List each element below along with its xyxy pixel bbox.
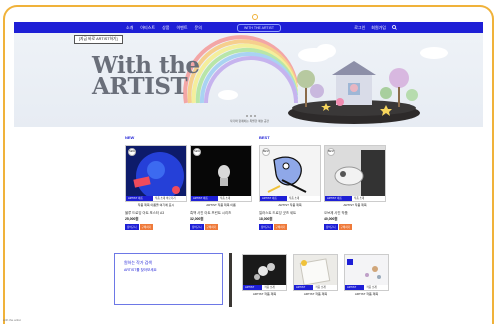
section-label-best: BEST <box>259 135 270 140</box>
product-card[interactable]: BEST ARTIST 이름 작품 소개 ARTIST 작품 제목 오브제 사진 … <box>324 145 386 230</box>
cart-button[interactable]: 장바구니 <box>259 224 273 230</box>
cart-button[interactable]: 장바구니 <box>125 224 139 230</box>
hero-banner: [지금 바로 ARTIST하기] With the ARTIST 작가와 함께하… <box>14 33 483 127</box>
hero-caption: 작가와 함께하는 특별한 예술 공간 <box>230 119 270 123</box>
small-product-card[interactable]: ARTIST 작품 소개 ARTIST 작품 제목 <box>344 254 389 296</box>
main-content: NEW BEST NEW ARTIST 이름 작품 소개 바로가기 작품 제목 이… <box>14 127 483 324</box>
product-price: 40,000원 <box>324 217 338 221</box>
detail-link[interactable]: 작품 소개 <box>287 196 320 201</box>
artist-tag: ARTIST <box>243 285 263 290</box>
product-thumbnail[interactable]: BEST ARTIST 이름 작품 소개 <box>324 145 386 202</box>
product-thumbnail[interactable]: NEW ARTIST 이름 작품 소개 바로가기 <box>125 145 187 202</box>
top-navigation: 소개 아티스트 상품 이벤트 문의 WITH THE ARTIST 로그인 회원… <box>14 22 483 33</box>
artist-tag: ARTIST 이름 <box>126 196 153 201</box>
detail-link[interactable]: 작품 소개 바로가기 <box>153 196 186 201</box>
product-card[interactable]: BEST ARTIST 이름 작품 소개 ARTIST 작품 제목 일러스트 드로… <box>259 145 321 230</box>
detail-link[interactable]: 작품 소개 <box>313 285 337 290</box>
search-icon[interactable] <box>392 25 397 30</box>
product-caption: ARTIST 작품 제목 <box>343 203 367 207</box>
product-caption: ARTIST 작품 제목 <box>354 292 379 296</box>
detail-link[interactable]: 작품 소개 <box>262 285 286 290</box>
artist-tag: ARTIST <box>345 285 365 290</box>
product-thumbnail[interactable]: NEW ARTIST 이름 작품 소개 <box>190 145 252 202</box>
product-price: 18,000원 <box>259 217 273 221</box>
detail-link[interactable]: 작품 소개 <box>364 285 388 290</box>
nav-item-product[interactable]: 상품 <box>162 25 169 31</box>
artist-search-promo[interactable]: 원하는 작가 검색 ARTIST를 찾아보세요 <box>114 253 223 305</box>
small-product-card[interactable]: ARTIST 작품 소개 ARTIST 작품 제목 <box>242 254 287 296</box>
camera-icon <box>252 14 258 20</box>
cart-button[interactable]: 장바구니 <box>324 224 338 230</box>
detail-link[interactable]: 작품 소개 <box>218 196 251 201</box>
buy-button[interactable]: 구매하기 <box>139 224 154 230</box>
promo-title: 원하는 작가 검색 <box>124 260 152 265</box>
artist-tag: ARTIST 이름 <box>260 196 287 201</box>
product-thumbnail[interactable]: BEST ARTIST 이름 작품 소개 <box>259 145 321 202</box>
product-badge: NEW <box>193 148 201 156</box>
product-card[interactable]: NEW ARTIST 이름 작품 소개 바로가기 작품 제목 이름을 여기에 표시… <box>125 145 187 230</box>
product-caption: ARTIST 작품 제목 <box>303 292 328 296</box>
cart-button[interactable]: 장바구니 <box>190 224 204 230</box>
detail-link[interactable]: 작품 소개 <box>352 196 385 201</box>
divider-bar <box>229 253 232 307</box>
nav-item-contact[interactable]: 문의 <box>195 25 202 31</box>
buy-button[interactable]: 구매하기 <box>204 224 219 230</box>
footer-hint: with the artist <box>3 318 21 322</box>
product-price: 32,000원 <box>190 217 204 221</box>
product-badge: BEST <box>262 148 270 156</box>
signup-link[interactable]: 회원가입 <box>371 25 386 31</box>
product-thumbnail[interactable]: ARTIST 작품 소개 <box>242 254 287 291</box>
product-thumbnail[interactable]: ARTIST 작품 소개 <box>293 254 338 291</box>
product-badge: BEST <box>327 148 335 156</box>
promo-subtitle: ARTIST를 찾아보세요 <box>124 268 157 272</box>
hero-title: With the ARTIST <box>92 52 200 100</box>
product-card[interactable]: NEW ARTIST 이름 작품 소개 ARTIST 작품 제목 이름 흑백 사진… <box>190 145 252 230</box>
product-caption: ARTIST 작품 제목 이름 <box>206 203 236 207</box>
section-label-new: NEW <box>125 135 135 140</box>
product-badge: NEW <box>128 148 136 156</box>
product-caption: 작품 제목 이름을 여기에 표시 <box>137 203 175 207</box>
artist-tag: ARTIST 이름 <box>191 196 218 201</box>
carousel-dots[interactable] <box>246 115 256 117</box>
buy-button[interactable]: 구매하기 <box>273 224 288 230</box>
buy-button[interactable]: 구매하기 <box>338 224 353 230</box>
product-caption: ARTIST 작품 제목 <box>278 203 302 207</box>
product-caption: ARTIST 작품 제목 <box>252 292 277 296</box>
nav-menu: 소개 아티스트 상품 이벤트 문의 <box>126 25 202 31</box>
nav-item-event[interactable]: 이벤트 <box>176 25 187 31</box>
product-price: 25,000원 <box>125 217 139 221</box>
nav-account: 로그인 회원가입 <box>354 25 397 31</box>
site-logo[interactable]: WITH THE ARTIST <box>237 24 282 32</box>
rainbow-illustration <box>183 35 448 124</box>
nav-item-about[interactable]: 소개 <box>126 25 133 31</box>
hero-cta-button[interactable]: [지금 바로 ARTIST하기] <box>74 35 123 44</box>
browser-viewport: 소개 아티스트 상품 이벤트 문의 WITH THE ARTIST 로그인 회원… <box>14 22 483 324</box>
login-link[interactable]: 로그인 <box>354 25 365 31</box>
artist-tag: ARTIST <box>294 285 314 290</box>
artist-tag: ARTIST 이름 <box>325 196 352 201</box>
product-thumbnail[interactable]: ARTIST 작품 소개 <box>344 254 389 291</box>
nav-item-artist[interactable]: 아티스트 <box>140 25 155 31</box>
small-product-card[interactable]: ARTIST 작품 소개 ARTIST 작품 제목 <box>293 254 338 296</box>
